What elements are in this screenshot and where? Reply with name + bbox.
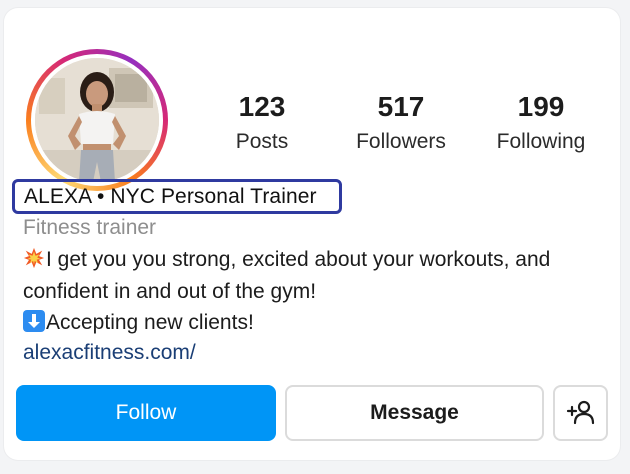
followers-stat[interactable]: 517 Followers [331, 90, 471, 157]
following-label: Following [496, 130, 586, 153]
posts-stat[interactable]: 123 Posts [192, 90, 332, 157]
add-user-icon [566, 400, 594, 425]
website-link[interactable]: alexacfitness.com/ [23, 338, 196, 368]
followers-label: Followers [356, 130, 446, 153]
following-stat[interactable]: 199 Following [471, 90, 611, 157]
profile-name: ALEXA • NYC Personal Trainer [24, 184, 317, 208]
bio-text-1: I get you you strong, excited about your… [46, 248, 551, 271]
avatar-story-ring[interactable] [26, 49, 168, 191]
following-count: 199 [517, 91, 565, 122]
profile-name-highlight: ALEXA • NYC Personal Trainer [12, 179, 342, 214]
bio-line: I get you you strong, excited about your… [23, 244, 613, 276]
posts-label: Posts [235, 130, 289, 153]
profile-category: Fitness trainer [23, 216, 157, 239]
followers-count: 517 [377, 91, 425, 122]
profile-bio: I get you you strong, excited about your… [23, 244, 613, 339]
bio-text-3: Accepting new clients! [46, 311, 254, 334]
bio-text-2: confident in and out of the gym! [23, 279, 317, 303]
follow-button[interactable]: Follow [16, 385, 276, 441]
message-button[interactable]: Message [285, 385, 544, 441]
add-user-button[interactable] [553, 385, 608, 441]
avatar-photo [35, 58, 159, 182]
avatar[interactable] [35, 58, 159, 182]
posts-count: 123 [238, 91, 286, 122]
bio-line: confident in and out of the gym! [23, 276, 613, 308]
down-arrow-emoji-icon [23, 310, 45, 332]
bio-line: Accepting new clients! [23, 307, 613, 339]
collision-emoji-icon [23, 247, 45, 269]
